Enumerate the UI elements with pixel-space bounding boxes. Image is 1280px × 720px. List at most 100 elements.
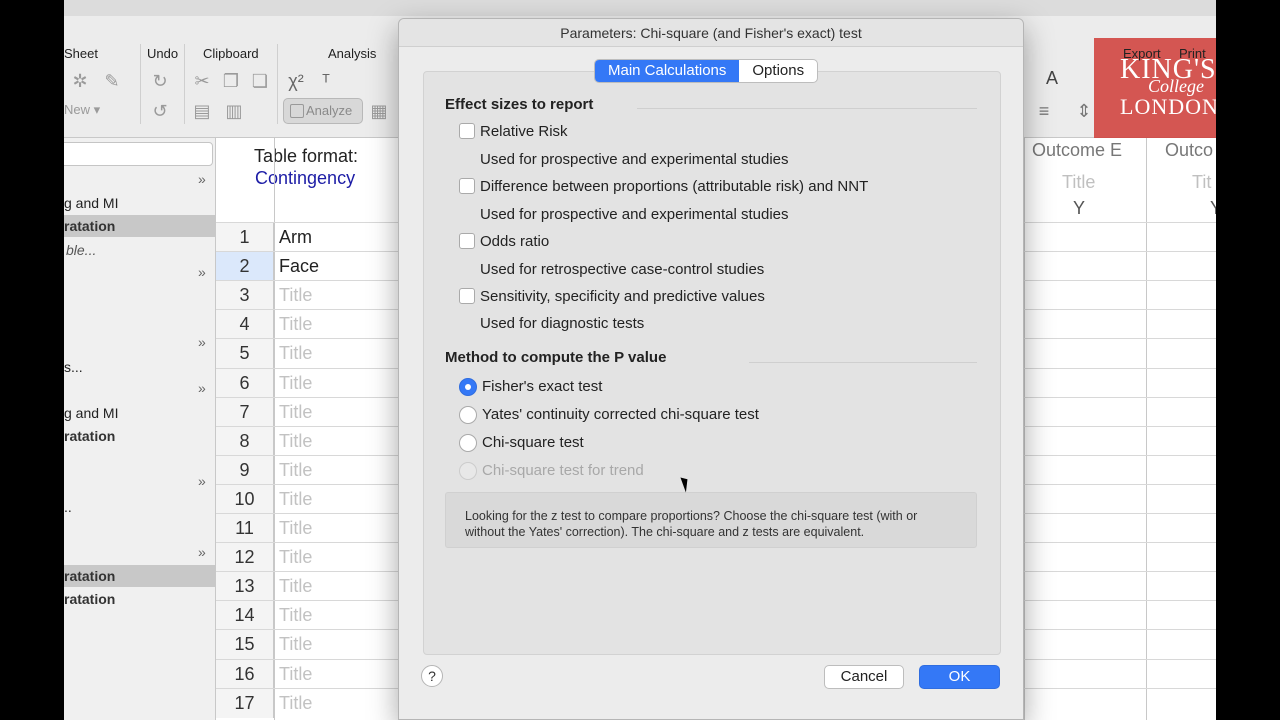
row-title[interactable]: Title [279,369,312,397]
sidebar-item[interactable]: .. [64,496,216,518]
table-icon[interactable]: ▦ [369,101,389,121]
column-header-outcome-e[interactable]: Outcome E [1032,140,1122,161]
chevron-right-icon[interactable]: » [198,473,206,489]
line-spacing-icon[interactable]: ⇕ [1074,101,1094,121]
row-title[interactable]: Title [279,543,312,571]
app-window: Sheet Undo Clipboard Analysis ✲ ✎ New ▾ … [64,0,1216,720]
fisher-label[interactable]: Fisher's exact test [482,378,602,395]
new-button[interactable]: New ▾ [64,102,100,118]
row-number[interactable]: 1 [216,223,274,252]
copy-icon[interactable]: ❐ [221,71,241,91]
sensitivity-label[interactable]: Sensitivity, specificity and predictive … [480,288,765,305]
relative-risk-label[interactable]: Relative Risk [480,123,568,140]
chi-square-label[interactable]: Chi-square test [482,434,584,451]
redo-icon[interactable]: ↻ [150,71,170,91]
text-format-icon[interactable]: ᵀ [316,71,336,91]
row-title[interactable]: Title [279,689,312,717]
row-number[interactable]: 10 [216,484,274,514]
row-number[interactable]: 9 [216,455,274,485]
row-number[interactable]: 17 [216,688,274,718]
row-title[interactable]: Title [279,456,312,484]
table-format-value[interactable]: Contingency [255,168,355,189]
sidebar-item[interactable]: s... [64,356,216,378]
row-number[interactable]: 16 [216,659,274,689]
chevron-right-icon[interactable]: » [198,380,206,396]
difference-proportions-checkbox[interactable] [459,178,475,194]
cancel-button[interactable]: Cancel [824,665,904,689]
paste-special-icon[interactable]: ❏ [250,71,270,91]
row-number[interactable]: 15 [216,630,274,660]
help-button[interactable]: ? [421,665,443,687]
sidebar-item[interactable]: ratation [64,588,216,610]
yates-radio[interactable] [459,406,477,424]
chi-square-icon[interactable]: χ² [286,71,306,91]
align-icon[interactable]: ≡ [1034,101,1054,121]
row-title[interactable]: Face [279,252,319,280]
undo-icon[interactable]: ↺ [150,101,170,121]
ok-button[interactable]: OK [919,665,1000,689]
analyze-button[interactable]: Analyze [283,98,363,124]
chi-square-radio[interactable] [459,434,477,452]
row-title[interactable]: Title [279,630,312,658]
export-button[interactable]: Export [1123,46,1161,61]
row-title[interactable]: Title [279,281,312,309]
column-subtitle[interactable]: Tit [1192,172,1211,193]
row-title[interactable]: Title [279,572,312,600]
chevron-right-icon[interactable]: » [198,334,206,350]
row-number[interactable]: 14 [216,601,274,631]
sidebar-item[interactable]: ble... [64,239,216,261]
row-number[interactable]: 12 [216,543,274,573]
toolbar-divider [277,44,278,124]
row-number[interactable]: 2 [216,252,274,282]
row-number[interactable]: 4 [216,310,274,340]
chevron-right-icon[interactable]: » [198,264,206,280]
pin-icon[interactable]: ✎ [102,71,122,91]
print-button[interactable]: Print [1179,46,1206,61]
chevron-right-icon[interactable]: » [198,544,206,560]
sidebar-item[interactable]: g and MI [64,192,216,214]
row-number[interactable]: 6 [216,368,274,398]
row-number[interactable]: 13 [216,572,274,602]
sidebar-item-selected[interactable]: ratation [64,565,216,587]
font-color-icon[interactable]: A [1042,68,1062,88]
tab-main-calculations[interactable]: Main Calculations [595,60,740,82]
row-title[interactable]: Title [279,601,312,629]
fisher-radio[interactable] [459,378,477,396]
row-title[interactable]: Title [279,514,312,542]
row-number[interactable]: 11 [216,514,274,543]
column-subtitle[interactable]: Title [1062,172,1095,193]
row-title[interactable]: Title [279,485,312,513]
row-title[interactable]: Arm [279,223,312,251]
row-number[interactable]: 7 [216,397,274,427]
relative-risk-desc: Used for prospective and experimental st… [480,151,789,168]
row-title[interactable]: Title [279,427,312,455]
section-divider [637,108,977,109]
sidebar-item[interactable]: ratation [64,425,216,447]
row-number[interactable]: 5 [216,339,274,369]
relative-risk-checkbox[interactable] [459,123,475,139]
difference-proportions-label[interactable]: Difference between proportions (attribut… [480,178,868,195]
tab-options[interactable]: Options [739,60,817,82]
chevron-right-icon[interactable]: » [198,171,206,187]
row-number[interactable]: 3 [216,281,274,311]
sidebar-search-input[interactable] [64,142,213,166]
gear-icon[interactable]: ✲ [70,71,90,91]
scissors-icon[interactable]: ✂ [192,71,212,91]
trend-radio [459,462,477,480]
clipboard-icon[interactable]: ▤ [192,101,212,121]
row-title[interactable]: Title [279,660,312,688]
paste-icon[interactable]: ▥ [224,101,244,121]
odds-ratio-label[interactable]: Odds ratio [480,233,549,250]
row-title[interactable]: Title [279,310,312,338]
yates-label[interactable]: Yates' continuity corrected chi-square t… [482,406,759,423]
odds-ratio-checkbox[interactable] [459,233,475,249]
column-y-label: Y [1073,198,1086,218]
row-title[interactable]: Title [279,339,312,367]
sidebar-item-selected[interactable]: ratation [64,215,216,237]
sidebar-item[interactable]: g and MI [64,402,216,424]
sensitivity-checkbox[interactable] [459,288,475,304]
row-number[interactable]: 8 [216,426,274,456]
section-divider [749,362,977,363]
column-header-outcome-f[interactable]: Outco [1165,140,1213,161]
row-title[interactable]: Title [279,398,312,426]
